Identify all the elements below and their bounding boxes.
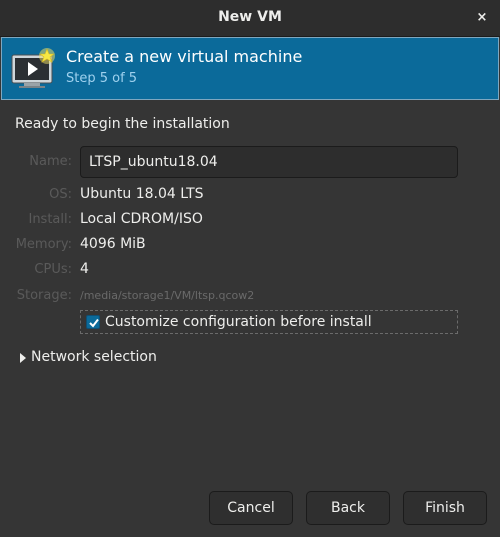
- os-label: OS:: [49, 187, 72, 202]
- install-value: Local CDROM/ISO: [80, 211, 203, 227]
- vm-monitor-icon: [10, 47, 58, 91]
- memory-value: 4096 MiB: [80, 236, 146, 252]
- window-title: New VM: [218, 9, 282, 25]
- customize-checkbox[interactable]: [86, 315, 100, 329]
- close-button[interactable]: ×: [472, 8, 492, 28]
- ready-heading: Ready to begin the installation: [15, 116, 230, 132]
- header-title: Create a new virtual machine: [66, 47, 303, 66]
- name-label: Name:: [29, 154, 72, 169]
- network-selection-label[interactable]: Network selection: [31, 349, 157, 365]
- customize-checkbox-row[interactable]: Customize configuration before install: [80, 310, 458, 334]
- step-indicator: Step 5 of 5: [66, 71, 138, 86]
- cpus-value: 4: [80, 261, 89, 277]
- finish-button[interactable]: Finish: [403, 491, 487, 525]
- storage-value: /media/storage1/VM/ltsp.qcow2: [80, 289, 255, 302]
- storage-label: Storage:: [16, 288, 72, 303]
- cancel-button[interactable]: Cancel: [209, 491, 293, 525]
- checkmark-icon: [89, 318, 99, 328]
- install-label: Install:: [28, 212, 72, 227]
- vm-name-input[interactable]: [80, 146, 458, 178]
- back-button[interactable]: Back: [306, 491, 390, 525]
- wizard-header: Create a new virtual machine Step 5 of 5: [1, 37, 499, 100]
- memory-label: Memory:: [15, 237, 72, 252]
- os-value: Ubuntu 18.04 LTS: [80, 186, 204, 202]
- title-bar: New VM ×: [0, 0, 500, 37]
- expander-arrow-icon: [20, 353, 26, 363]
- customize-label[interactable]: Customize configuration before install: [105, 314, 372, 330]
- cpus-label: CPUs:: [34, 262, 72, 277]
